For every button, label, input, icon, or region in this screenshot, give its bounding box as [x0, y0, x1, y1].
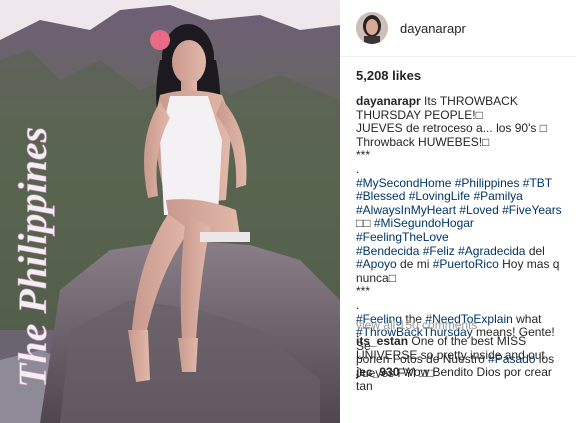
hashtag-link[interactable]: #Feliz — [423, 244, 455, 258]
hashtag-link[interactable]: #Pamilya — [473, 189, 522, 203]
caption-line: #MySecondHome #Philippines #TBT — [356, 176, 566, 191]
comment: jec_930 Wow Bendito Dios por crear tan — [356, 365, 566, 393]
caption-line: *** — [356, 285, 566, 299]
comment-username[interactable]: its_estan — [356, 334, 408, 348]
caption-username[interactable]: dayanarapr — [356, 94, 421, 108]
post-sidebar: dayanarapr 5,208 likes dayanarapr Its TH… — [340, 0, 576, 423]
hashtag-link[interactable]: #FiveYears — [502, 203, 562, 217]
caption-line: nunca□ — [356, 270, 566, 286]
flower-icon — [150, 30, 170, 50]
caption-text: del — [525, 243, 545, 258]
caption-line: . — [356, 297, 566, 313]
caption-line: . — [356, 161, 566, 177]
caption-text: □□ — [356, 216, 374, 231]
caption-text: what — [512, 311, 542, 326]
caption-line: *** — [356, 149, 566, 163]
hashtag-link[interactable]: #TBT — [523, 176, 552, 190]
hashtag-link[interactable]: #Blessed — [356, 189, 405, 203]
post-username[interactable]: dayanarapr — [400, 21, 466, 36]
caption-text: *** — [356, 284, 371, 299]
hashtag-link[interactable]: #Bendecida — [356, 244, 419, 258]
hashtag-link[interactable]: #Loved — [459, 203, 498, 217]
caption-line: #AlwaysInMyHeart #Loved #FiveYears — [356, 203, 566, 218]
hashtag-link[interactable]: #MiSegundoHogar — [374, 216, 474, 231]
caption-line: Throwback HUWEBES!□ — [356, 134, 566, 150]
caption-text: □ — [475, 107, 483, 122]
caption-text: de mi — [396, 257, 433, 272]
hashtag-link[interactable]: #Agradecida — [458, 244, 525, 258]
hashtag-link[interactable]: #PuertoRico — [433, 257, 499, 271]
photo-text: The Philippines — [10, 127, 55, 388]
comment: its_estan One of the best MISS UNIVERSE … — [356, 334, 566, 362]
avatar[interactable] — [356, 12, 388, 44]
post-photo[interactable]: The Philippines — [0, 0, 340, 423]
caption-line: JUEVES de retroceso a... los 90's □ — [356, 121, 566, 136]
caption-text: *** — [356, 148, 371, 163]
comment-username[interactable]: jec_930 — [356, 365, 399, 379]
instagram-post: The Philippines dayanarapr 5,208 likes d… — [0, 0, 576, 423]
caption-text: □ — [539, 121, 547, 136]
post-header: dayanarapr — [340, 0, 576, 57]
caption-text: Hoy mas q — [498, 257, 560, 272]
caption-line: □□ #MiSegundoHogar #FeelingTheLove — [356, 217, 566, 244]
view-all-comments-link[interactable]: view all 150 comments — [356, 318, 477, 332]
caption-text: nunca — [356, 270, 389, 285]
hashtag-link[interactable]: #LovingLife — [409, 189, 470, 203]
caption-text: JUEVES de retroceso a... los 90's — [356, 121, 540, 136]
caption-text: . — [356, 297, 360, 312]
likes-count[interactable]: 5,208 likes — [356, 68, 421, 83]
hashtag-link[interactable]: #Philippines — [455, 176, 520, 190]
avatar-image — [356, 12, 388, 44]
caption-line: #Apoyo de mi #PuertoRico Hoy mas q — [356, 257, 566, 272]
photo-caption-overlay: The Philippines — [10, 127, 56, 389]
hashtag-link[interactable]: #MySecondHome — [356, 176, 451, 190]
caption-text: . — [356, 161, 360, 176]
hashtag-link[interactable]: #FeelingTheLove — [356, 230, 449, 244]
caption-text: □ — [388, 270, 396, 285]
caption-text: □ — [482, 134, 490, 149]
caption-text: Throwback HUWEBES! — [356, 134, 483, 149]
caption-line: #Blessed #LovingLife #Pamilya — [356, 189, 566, 204]
hashtag-link[interactable]: #Apoyo — [356, 257, 397, 271]
hashtag-link[interactable]: #AlwaysInMyHeart — [356, 203, 456, 217]
caption-line: dayanarapr Its THROWBACK THURSDAY PEOPLE… — [356, 94, 566, 122]
caption-line: #Bendecida #Feliz #Agradecida del — [356, 243, 566, 259]
